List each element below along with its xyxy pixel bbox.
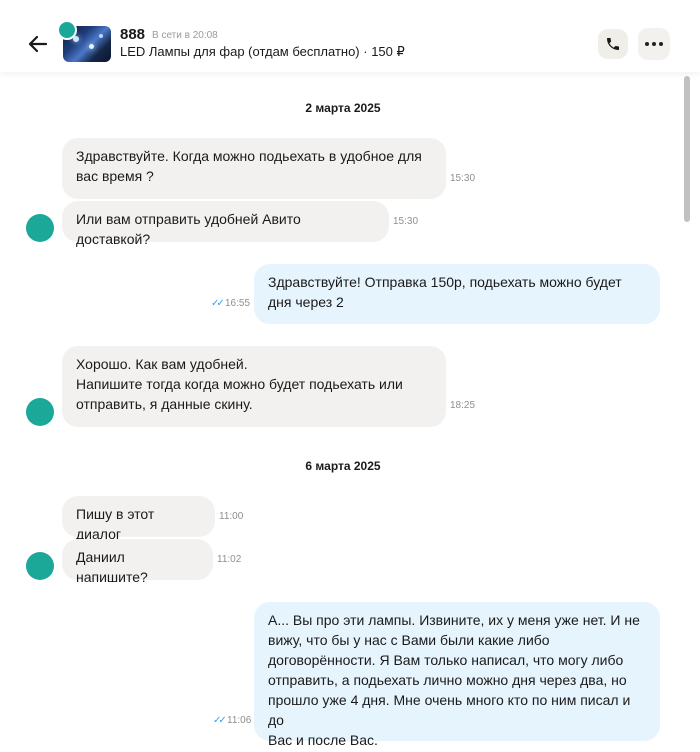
message-line: прошло уже 4 дня. Мне очень много кто по… [268, 692, 631, 728]
date-separator: 2 марта 2025 [305, 101, 381, 115]
incoming-message[interactable]: Пишу в этот диалог [62, 496, 215, 542]
message-time: 15:30 [393, 216, 419, 227]
message-time: 11:06 [227, 715, 252, 726]
read-checkmarks-icon: ✓✓ [213, 715, 227, 726]
message-line: А... Вы про эти лампы. Извините, их у ме… [268, 612, 640, 628]
sender-avatar [26, 398, 54, 426]
more-dots-icon [645, 42, 663, 46]
read-checkmarks-icon: ✓✓ [211, 298, 225, 309]
call-button[interactable] [598, 29, 628, 59]
sender-avatar [26, 214, 54, 242]
sender-avatar [26, 552, 54, 580]
message-time: 18:25 [450, 400, 476, 411]
outgoing-message[interactable]: Здравствуйте! Отправка 150р, подьехать м… [254, 264, 660, 324]
scrollbar[interactable] [683, 72, 691, 752]
message-line: вас время ? [76, 168, 154, 184]
message-line: Вас и после Вас. [268, 732, 378, 748]
incoming-message[interactable]: Хорошо. Как вам удобней. Напишите тогда … [62, 346, 446, 427]
message-line: Хорошо. Как вам удобней. [76, 356, 248, 372]
outgoing-message[interactable]: А... Вы про эти лампы. Извините, их у ме… [254, 602, 660, 748]
chat-header: 888 В сети в 20:08 LED Лампы для фар (от… [0, 0, 700, 72]
message-line: отправить, я данные скину. [76, 396, 253, 412]
message-time: 11:02 [217, 554, 242, 565]
date-separator: 6 марта 2025 [305, 459, 381, 473]
arrow-left-icon[interactable] [26, 32, 50, 56]
listing-title[interactable]: LED Лампы для фар (отдам бесплатно) · 15… [120, 44, 405, 60]
more-button[interactable] [638, 28, 670, 60]
incoming-message[interactable]: Или вам отправить удобней Авито доставко… [62, 201, 389, 247]
seller-avatar [57, 20, 77, 40]
message-line: Пишу в этот диалог [76, 506, 155, 542]
message-line: Здравствуйте! Отправка 150р, подьехать м… [268, 274, 622, 290]
message-line: Здравствуйте. Когда можно подьехать в уд… [76, 148, 422, 164]
message-line: вижу, что бы у нас с Вами были какие либ… [268, 632, 550, 648]
message-line: Или вам отправить удобней Авито доставко… [76, 211, 301, 247]
contact-name[interactable]: 888 [120, 26, 145, 43]
message-time: 16:55 [225, 298, 251, 309]
message-line: Даниил напишите? [76, 549, 148, 585]
phone-icon [607, 38, 619, 50]
incoming-message[interactable]: Здравствуйте. Когда можно подьехать в уд… [62, 138, 446, 199]
message-line: Напишите тогда когда можно будет подьеха… [76, 376, 403, 392]
incoming-message[interactable]: Даниил напишите? [62, 539, 213, 585]
online-status: В сети в 20:08 [152, 30, 218, 41]
message-time: 11:00 [219, 511, 244, 522]
message-line: дня через 2 [268, 294, 344, 310]
message-time: 15:30 [450, 173, 476, 184]
scrollbar-thumb[interactable] [684, 76, 690, 222]
message-line: договорённости. Я Вам только написал, чт… [268, 652, 624, 668]
message-line: отправить, а подьехать лично можно дня ч… [268, 672, 627, 688]
